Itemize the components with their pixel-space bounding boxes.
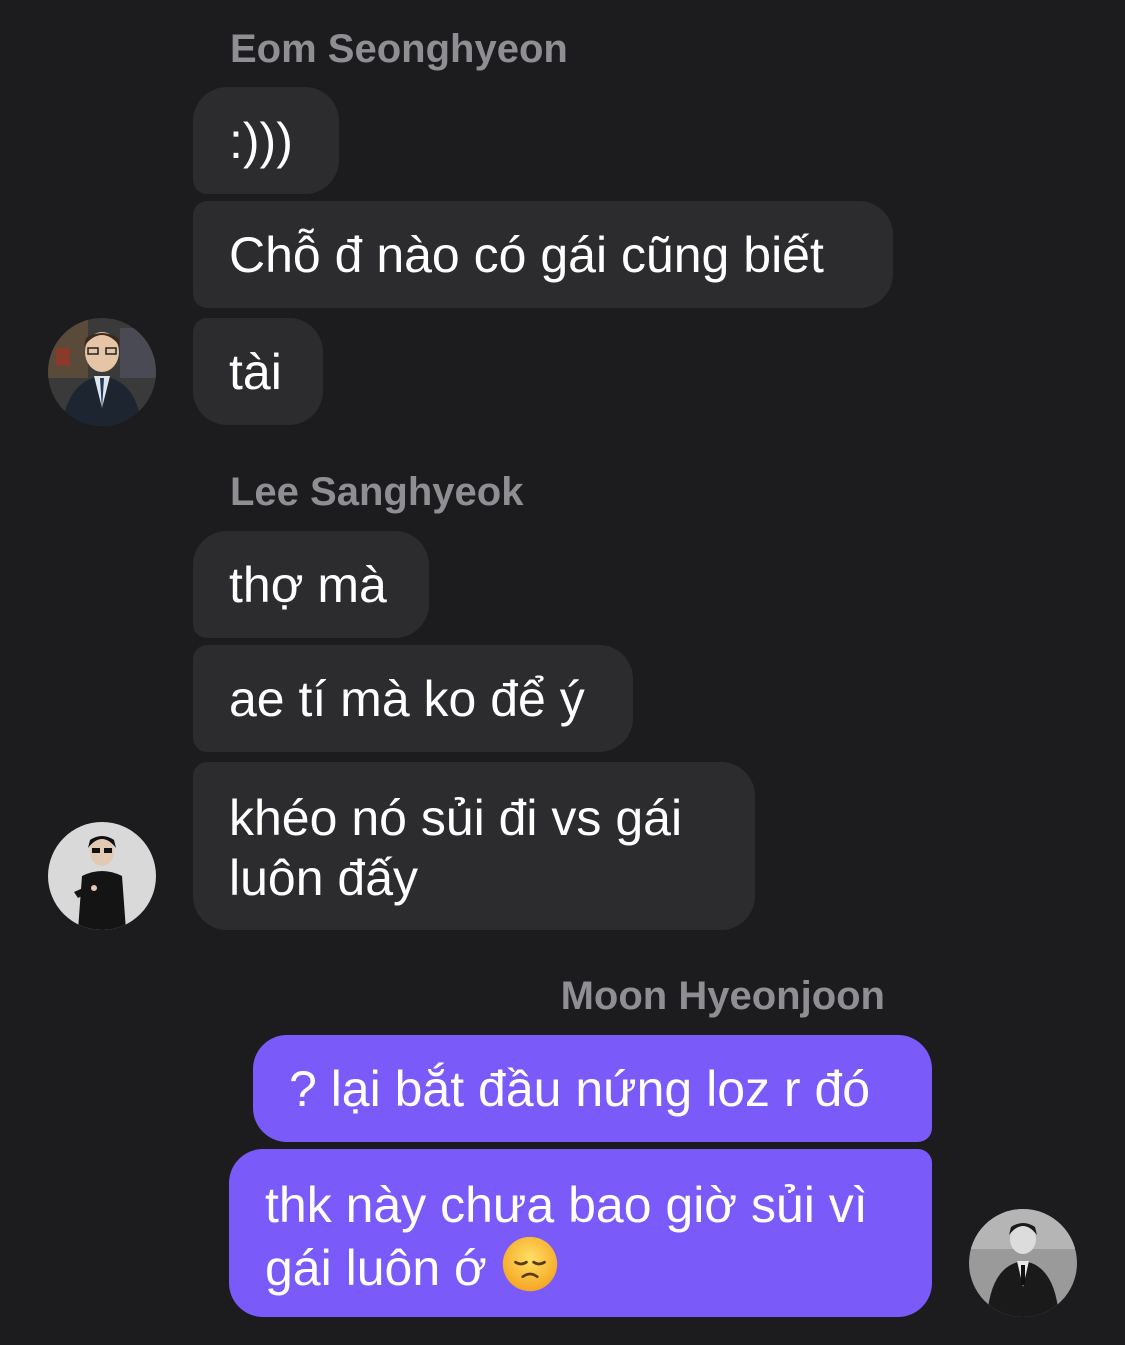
message-bubble[interactable]: ae tí mà ko để ý xyxy=(193,645,633,752)
message-text: ? lại bắt đầu nứng loz r đó xyxy=(289,1061,871,1117)
avatar-photo xyxy=(969,1209,1077,1317)
user-avatar[interactable] xyxy=(969,1209,1077,1317)
message-text: ae tí mà ko để ý xyxy=(229,671,585,727)
avatar-photo xyxy=(48,318,156,426)
message-text: tài xyxy=(229,344,282,400)
avatar-photo xyxy=(48,822,156,930)
message-bubble[interactable]: :))) xyxy=(193,87,339,194)
message-text: :))) xyxy=(229,113,293,169)
message-text: thk này chưa bao giờ sủi vì gái luôn ớ xyxy=(265,1177,868,1296)
user-avatar[interactable] xyxy=(48,822,156,930)
disappointed-face-emoji xyxy=(502,1236,557,1292)
sender-name: Eom Seonghyeon xyxy=(230,27,568,71)
message-text: Chỗ đ nào có gái cũng biết xyxy=(229,227,824,283)
message-text: khéo nó sủi đi vs gái luôn đấy xyxy=(229,790,683,906)
message-bubble[interactable]: tài xyxy=(193,318,323,425)
sender-name: Moon Hyeonjoon xyxy=(560,974,885,1018)
message-bubble[interactable]: thk này chưa bao giờ sủi vì gái luôn ớ xyxy=(229,1149,932,1317)
message-bubble[interactable]: ? lại bắt đầu nứng loz r đó xyxy=(253,1035,932,1142)
message-bubble[interactable]: thợ mà xyxy=(193,531,429,638)
message-text: thợ mà xyxy=(229,557,387,613)
sender-name: Lee Sanghyeok xyxy=(230,470,524,514)
message-bubble[interactable]: Chỗ đ nào có gái cũng biết xyxy=(193,201,893,308)
user-avatar[interactable] xyxy=(48,318,156,426)
message-bubble[interactable]: khéo nó sủi đi vs gái luôn đấy xyxy=(193,762,755,930)
